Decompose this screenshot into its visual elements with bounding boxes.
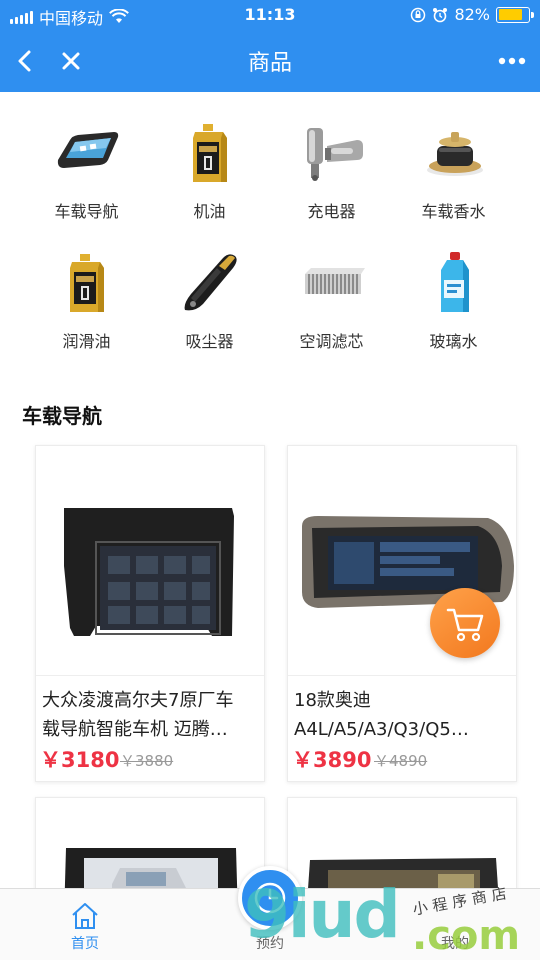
clock-icon (254, 882, 286, 914)
vacuum-icon (184, 254, 237, 311)
lubricant-icon (70, 254, 104, 312)
tab-label: 首页 (71, 936, 99, 952)
rotation-lock-icon (411, 7, 426, 22)
category-engine-oil[interactable]: 机油 (142, 92, 277, 222)
product-price: ￥3180 (40, 748, 120, 772)
nav-bar: 商品 (0, 30, 540, 92)
cart-button[interactable] (430, 588, 500, 658)
status-right: 82% (410, 5, 534, 24)
car-navigation-icon (57, 132, 119, 168)
more-icon[interactable] (492, 44, 532, 78)
category-label: 车载导航 (54, 202, 119, 221)
product-card[interactable]: 大众凌渡高尔夫7原厂车 载导航智能车机 迈腾… ￥3180 ￥3880 (35, 445, 265, 782)
category-label: 吸尘器 (185, 332, 234, 351)
product-name: 大众凌渡高尔夫7原厂车 载导航智能车机 迈腾… (42, 686, 260, 744)
tab-label: 预约 (256, 936, 284, 952)
product-name-line: 大众凌渡高尔夫7原厂车 (42, 690, 234, 711)
product-name: 18款奥迪 A4L/A5/A3/Q3/Q5… (294, 686, 512, 744)
engine-oil-icon (193, 124, 227, 182)
category-lubricant[interactable]: 润滑油 (19, 222, 154, 352)
appointment-button[interactable] (238, 866, 302, 930)
category-car-perfume[interactable]: 车载香水 (386, 92, 521, 222)
category-label: 充电器 (307, 202, 356, 221)
category-label: 空调滤芯 (299, 332, 364, 351)
product-original-price: ￥3880 (120, 752, 174, 770)
category-washer-fluid[interactable]: 玻璃水 (386, 222, 521, 352)
ac-filter-icon (305, 268, 365, 294)
category-car-charger[interactable]: 充电器 (264, 92, 399, 222)
product-name-line: 18款奥迪 (294, 690, 371, 711)
status-bar: 中国移动 11:13 82% (0, 0, 540, 30)
category-label: 玻璃水 (429, 332, 478, 351)
category-ac-filter[interactable]: 空调滤芯 (264, 222, 399, 352)
product-name-line: A4L/A5/A3/Q3/Q5… (294, 719, 469, 740)
battery-level (498, 9, 523, 20)
product-price: ￥3890 (292, 748, 372, 772)
product-image (36, 446, 264, 676)
category-grid: 车载导航 机油 充电器 车载香水 润滑油 吸尘器 空调滤芯 玻璃水 (0, 92, 540, 370)
car-perfume-icon (427, 132, 483, 176)
category-label: 机油 (193, 202, 226, 221)
page: 中国移动 11:13 82% 商品 车载导航 机油 充电器 车载香水 润滑油 吸… (0, 0, 540, 960)
battery-icon (496, 6, 534, 23)
tab-label: 我的 (441, 936, 469, 952)
product-original-price: ￥4890 (374, 752, 428, 770)
alarm-icon (433, 7, 448, 22)
washer-fluid-icon (441, 252, 469, 312)
battery-percent: 82% (454, 5, 490, 24)
cart-icon (446, 608, 484, 642)
product-name-line: 载导航智能车机 迈腾… (42, 719, 228, 740)
car-charger-icon (307, 128, 363, 181)
home-icon (72, 903, 98, 929)
tab-profile[interactable]: 我的 (395, 889, 515, 960)
section-title: 车载导航 (22, 404, 102, 428)
category-label: 润滑油 (62, 332, 111, 351)
page-title: 商品 (247, 51, 292, 76)
category-car-navigation[interactable]: 车载导航 (19, 92, 154, 222)
category-label: 车载香水 (421, 202, 486, 221)
category-vacuum[interactable]: 吸尘器 (142, 222, 277, 352)
head-unit-image (64, 508, 234, 636)
tab-home[interactable]: 首页 (25, 889, 145, 960)
